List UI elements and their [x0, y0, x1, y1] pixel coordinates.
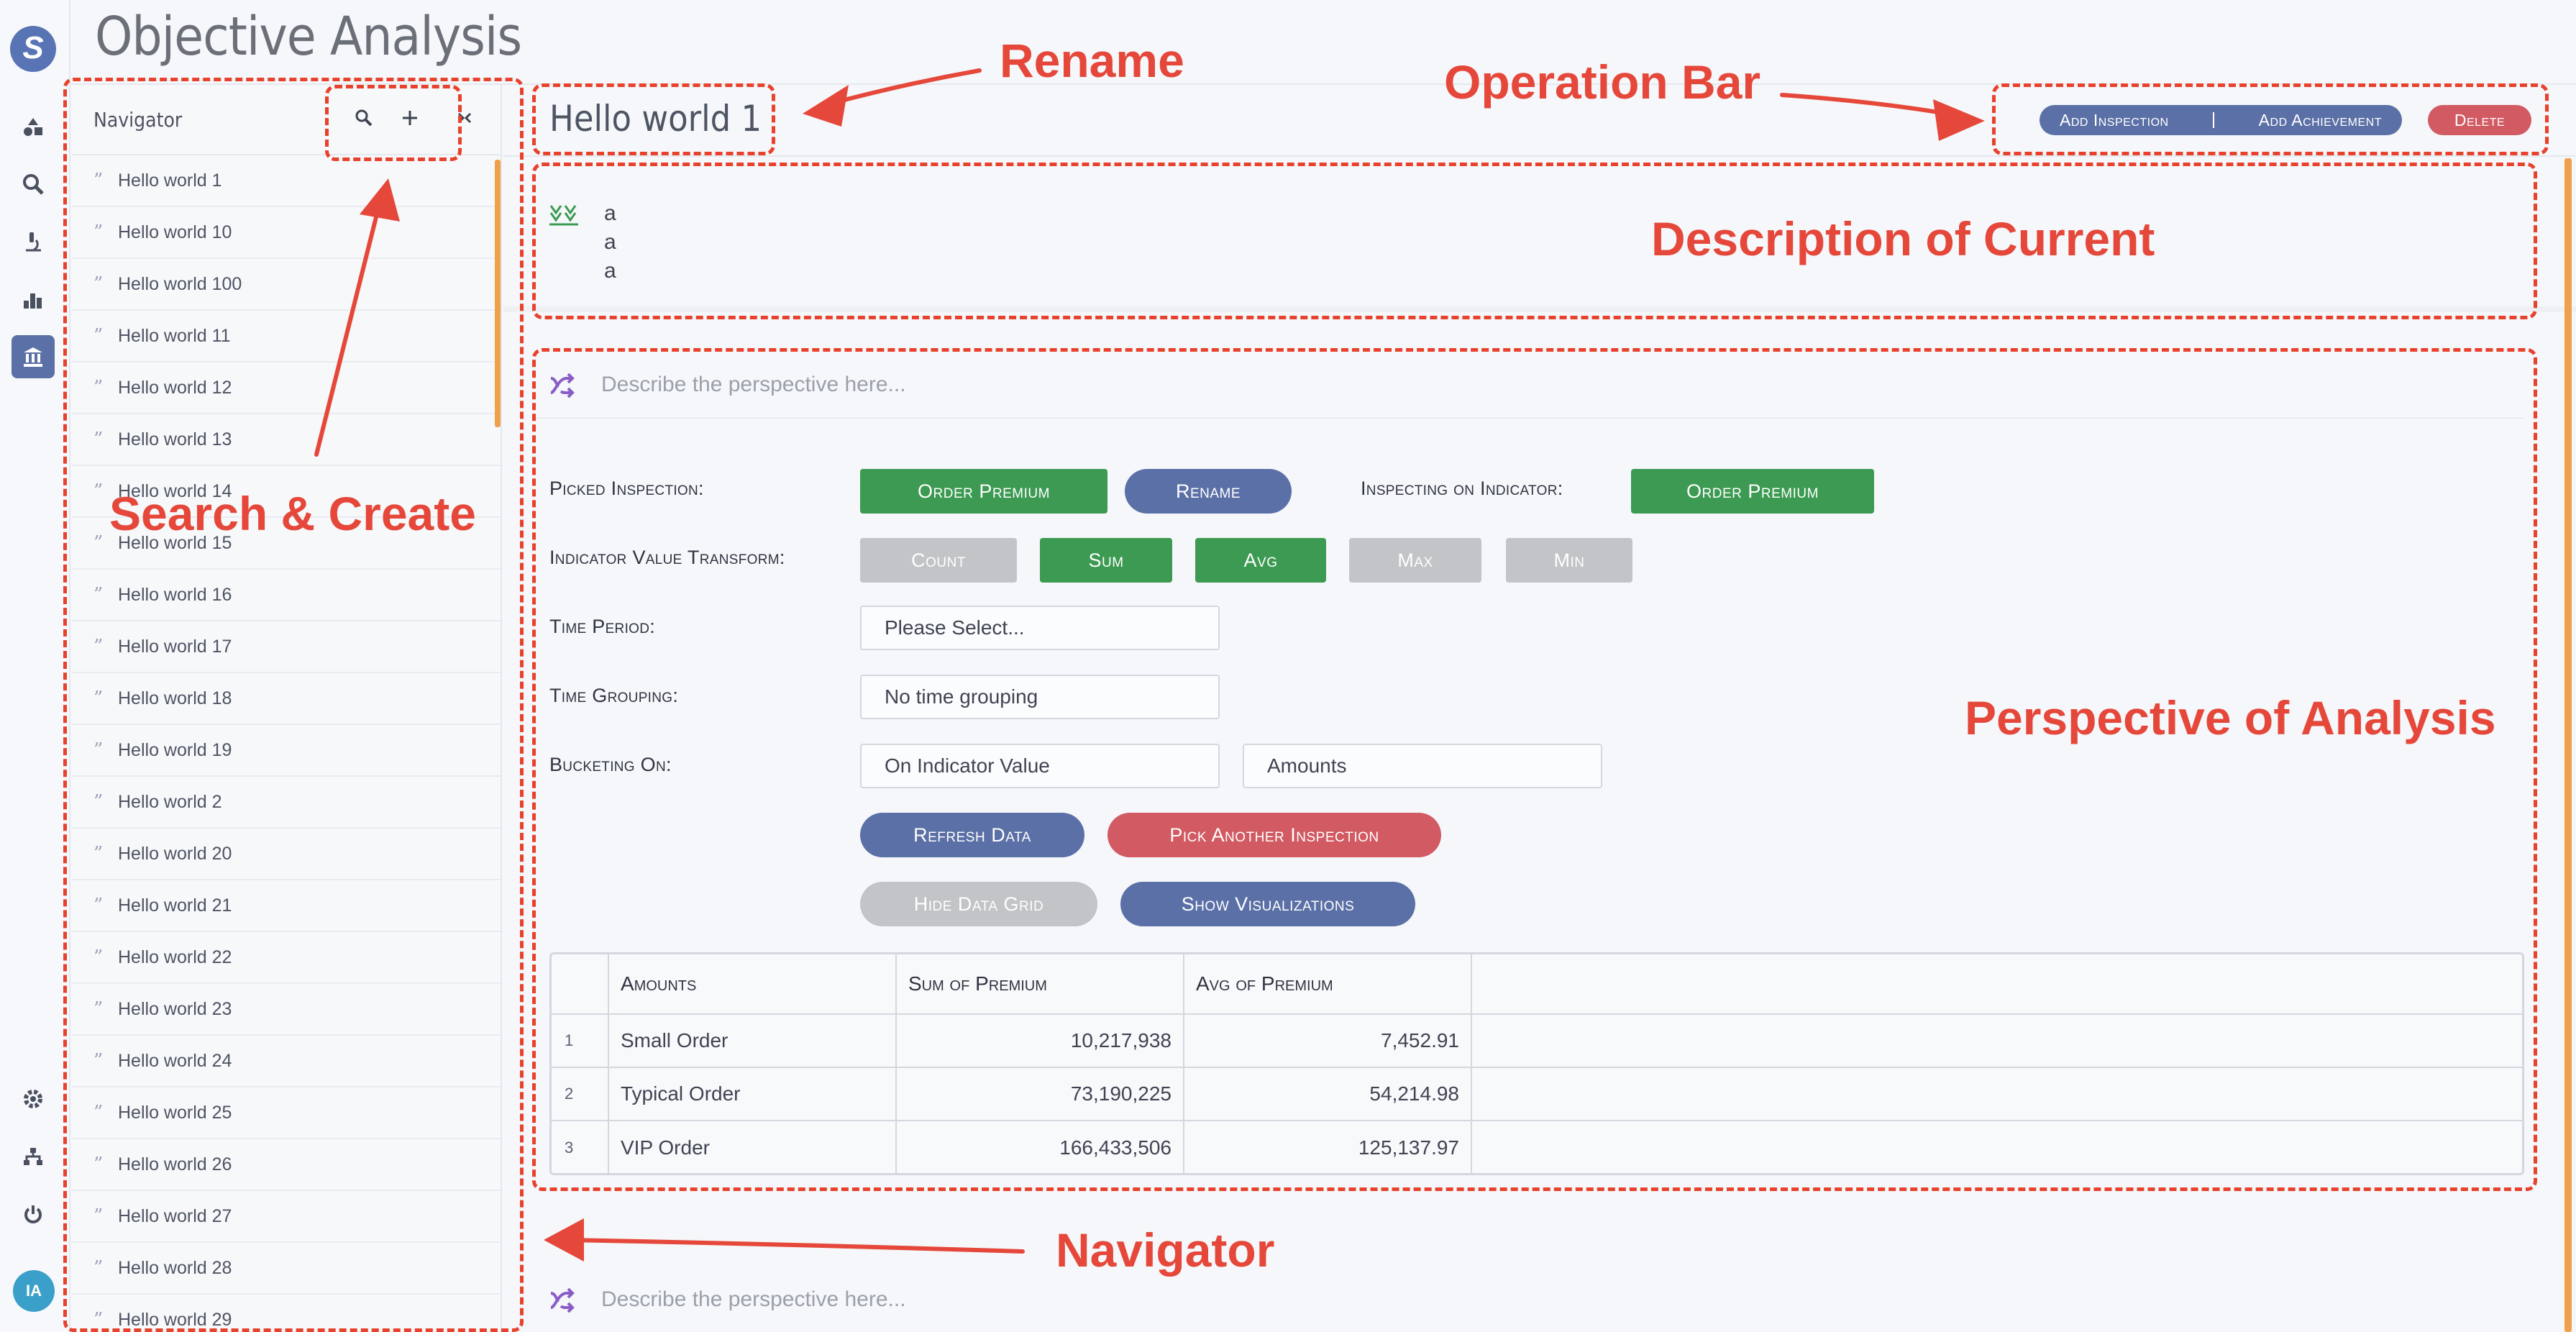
annotation-operation-bar: Operation Bar [1444, 55, 1761, 109]
annotation-search-create: Search & Create [109, 487, 476, 540]
annotation-perspective: Perspective of Analysis [1965, 691, 2496, 744]
annotation-rename: Rename [1000, 34, 1184, 87]
annotation-arrows [314, 68, 1985, 1262]
annotation-navigator: Navigator [1056, 1223, 1275, 1277]
annotation-description: Description of Current [1651, 212, 2155, 265]
